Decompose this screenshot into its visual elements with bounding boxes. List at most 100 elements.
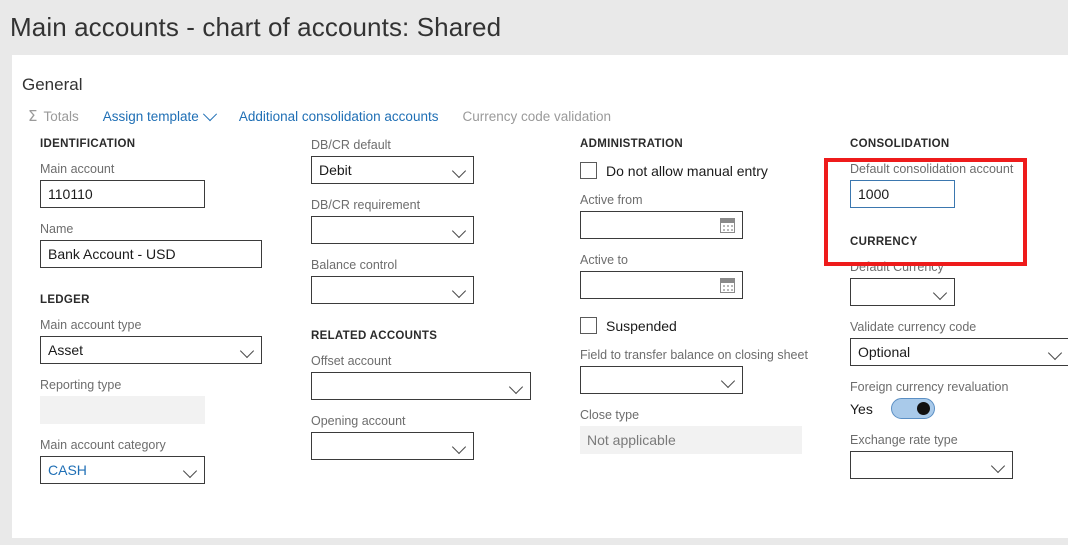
field-label-balance-control: Balance control: [311, 258, 398, 272]
chevron-down-icon: [451, 283, 467, 299]
toolbar-item-additional-consolidation-accounts-label: Additional consolidation accounts: [238, 109, 439, 124]
active-to-datepicker[interactable]: [580, 271, 743, 299]
toggle-state-text: Yes: [850, 400, 873, 417]
checkbox-suspended[interactable]: [580, 317, 597, 334]
field-dbcr-default: DB/CR default Debit: [311, 138, 546, 184]
field-dbcr-requirement: DB/CR requirement: [311, 198, 546, 244]
field-offset-account: Offset account: [311, 354, 546, 400]
chevron-down-icon: [182, 463, 198, 479]
field-main-account: Main account 110110: [40, 162, 290, 208]
action-toolbar: Σ Totals Assign template Additional cons…: [12, 95, 1068, 124]
group-header-related-accounts: RELATED ACCOUNTS: [311, 330, 438, 342]
field-label-dbcr-requirement: DB/CR requirement: [311, 198, 421, 212]
validate-currency-code-value: Optional: [858, 344, 911, 360]
toggle-knob: [916, 402, 930, 416]
calendar-icon[interactable]: [720, 278, 735, 293]
toolbar-item-assign-template[interactable]: Assign template: [102, 106, 217, 124]
field-exchange-rate-type: Exchange rate type: [850, 433, 1068, 479]
field-default-currency: Default Currency: [850, 260, 1068, 306]
close-type-value: Not applicable: [587, 432, 676, 448]
field-label-opening-account: Opening account: [311, 414, 406, 428]
main-account-input[interactable]: 110110: [40, 180, 205, 208]
checkbox-row-no-manual-entry[interactable]: Do not allow manual entry: [580, 162, 830, 179]
field-name: Name Bank Account - USD: [40, 222, 290, 268]
group-header-currency: CURRENCY: [850, 236, 918, 248]
opening-account-combobox[interactable]: [311, 432, 474, 460]
chevron-down-icon: [932, 285, 948, 301]
chevron-down-icon: [202, 106, 217, 121]
dbcr-requirement-combobox[interactable]: [311, 216, 474, 244]
reporting-type-input: [40, 396, 205, 424]
chevron-down-icon: [451, 163, 467, 179]
field-label-active-to: Active to: [580, 253, 628, 267]
exchange-rate-type-combobox[interactable]: [850, 451, 1013, 479]
field-label-name: Name: [40, 222, 74, 236]
dbcr-default-combobox[interactable]: Debit: [311, 156, 474, 184]
field-label-exchange-rate-type: Exchange rate type: [850, 433, 958, 447]
group-header-identification: IDENTIFICATION: [40, 138, 136, 150]
field-label-main-account-category: Main account category: [40, 438, 166, 452]
field-validate-currency-code: Validate currency code Optional: [850, 320, 1068, 366]
transfer-balance-combobox[interactable]: [580, 366, 743, 394]
field-label-transfer-balance: Field to transfer balance on closing she…: [580, 348, 808, 362]
main-account-value: 110110: [48, 186, 93, 202]
field-label-default-currency: Default Currency: [850, 260, 944, 274]
group-header-consolidation: CONSOLIDATION: [850, 138, 950, 150]
chevron-down-icon: [990, 458, 1006, 474]
default-currency-combobox[interactable]: [850, 278, 955, 306]
field-default-consolidation-account: Default consolidation account 1000: [850, 162, 1068, 208]
checkbox-row-suspended[interactable]: Suspended: [580, 317, 830, 334]
checkbox-no-manual-entry[interactable]: [580, 162, 597, 179]
group-header-ledger: LEDGER: [40, 294, 90, 306]
validate-currency-code-combobox[interactable]: Optional: [850, 338, 1068, 366]
field-label-offset-account: Offset account: [311, 354, 392, 368]
toolbar-item-additional-consolidation-accounts[interactable]: Additional consolidation accounts: [239, 109, 439, 124]
main-account-type-combobox[interactable]: Asset: [40, 336, 262, 364]
calendar-icon[interactable]: [720, 218, 735, 233]
field-transfer-balance: Field to transfer balance on closing she…: [580, 348, 830, 394]
toolbar-item-assign-template-label: Assign template: [102, 109, 199, 124]
field-close-type: Close type Not applicable: [580, 408, 830, 454]
form-area: IDENTIFICATION Main account 110110 Name …: [12, 138, 1068, 528]
general-panel: General Σ Totals Assign template Additio…: [12, 55, 1068, 538]
field-label-validate-currency-code: Validate currency code: [850, 320, 977, 334]
main-account-type-value: Asset: [48, 342, 84, 358]
name-value: Bank Account - USD: [48, 246, 176, 262]
balance-control-combobox[interactable]: [311, 276, 474, 304]
chevron-down-icon: [239, 343, 255, 359]
sigma-icon: Σ: [28, 107, 38, 125]
chevron-down-icon: [720, 373, 736, 389]
panel-heading: General: [22, 75, 83, 94]
field-active-from: Active from: [580, 193, 830, 239]
field-balance-control: Balance control: [311, 258, 546, 304]
field-main-account-category: Main account category CASH: [40, 438, 290, 484]
toolbar-item-totals-label: Totals: [43, 109, 79, 124]
main-account-category-value: CASH: [48, 462, 87, 478]
close-type-input: Not applicable: [580, 426, 802, 454]
offset-account-combobox[interactable]: [311, 372, 531, 400]
toggle-row-foreign-currency-revaluation: Yes: [850, 398, 1068, 419]
column-identification-ledger: IDENTIFICATION Main account 110110 Name …: [40, 138, 290, 498]
field-opening-account: Opening account: [311, 414, 546, 460]
main-account-category-combobox[interactable]: CASH: [40, 456, 205, 484]
toolbar-item-currency-code-validation[interactable]: Currency code validation: [462, 109, 611, 124]
field-label-main-account: Main account: [40, 162, 115, 176]
default-consolidation-account-input[interactable]: 1000: [850, 180, 955, 208]
field-label-reporting-type: Reporting type: [40, 378, 122, 392]
field-active-to: Active to: [580, 253, 830, 299]
checkbox-label-suspended: Suspended: [606, 317, 677, 334]
chevron-down-icon: [508, 379, 524, 395]
default-consolidation-account-value: 1000: [858, 186, 890, 202]
page-header: Main accounts - chart of accounts: Share…: [0, 0, 1068, 55]
foreign-currency-revaluation-toggle[interactable]: [890, 398, 935, 419]
active-from-datepicker[interactable]: [580, 211, 743, 239]
group-header-administration: ADMINISTRATION: [580, 138, 684, 150]
toolbar-item-totals[interactable]: Σ Totals: [28, 107, 79, 125]
page-title: Main accounts - chart of accounts: Share…: [10, 12, 502, 42]
column-dbcr-related-accounts: DB/CR default Debit DB/CR requirement Ba…: [311, 138, 546, 474]
field-label-main-account-type: Main account type: [40, 318, 142, 332]
chevron-down-icon: [451, 439, 467, 455]
name-input[interactable]: Bank Account - USD: [40, 240, 262, 268]
field-label-dbcr-default: DB/CR default: [311, 138, 391, 152]
field-label-foreign-currency-revaluation: Foreign currency revaluation: [850, 380, 1009, 394]
